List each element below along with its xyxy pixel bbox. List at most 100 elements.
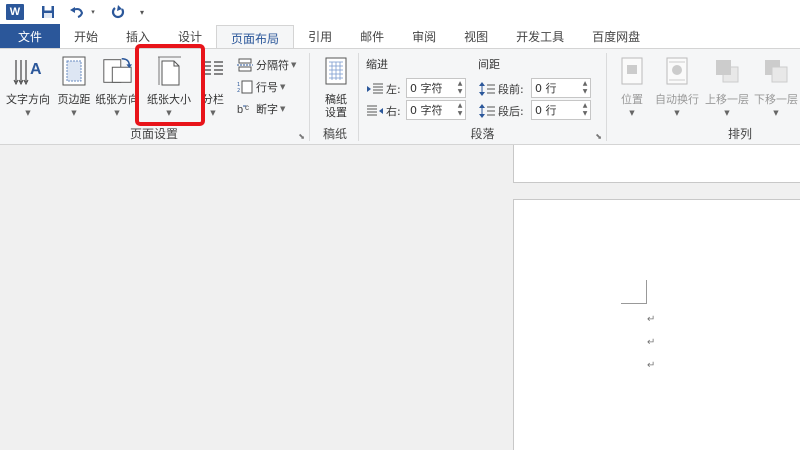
text-direction-icon: A	[12, 53, 44, 89]
space-before-icon	[478, 82, 496, 96]
dialog-launcher-icon[interactable]: ⬊	[298, 132, 305, 141]
text-direction-button[interactable]: A 文字方向 ▼	[4, 53, 52, 119]
space-after-icon	[478, 104, 496, 118]
paragraph-mark: ↵	[647, 337, 656, 348]
paper-size-icon	[153, 53, 185, 89]
save-icon[interactable]	[38, 0, 58, 24]
group-divider	[309, 53, 310, 141]
manuscript-icon	[320, 53, 352, 89]
chevron-down-icon: ▼	[773, 109, 779, 117]
space-before-label-wrap: 段前:	[478, 79, 524, 99]
chevron-down-icon: ▼	[291, 61, 297, 69]
space-before-spinner[interactable]: ▲▼	[531, 78, 591, 98]
indent-left-icon	[366, 83, 384, 95]
orientation-icon	[101, 53, 133, 89]
spinner-arrows-icon[interactable]: ▲ ▼	[580, 79, 590, 97]
indent-right-label: 右:	[386, 105, 401, 118]
send-backward-button[interactable]: 下移一层 ▼	[752, 53, 800, 119]
indent-left-label: 左:	[386, 83, 401, 96]
paper-size-label: 纸张大小	[147, 93, 191, 106]
chevron-down-icon: ▼	[280, 105, 286, 113]
indent-right-input[interactable]	[407, 103, 455, 117]
columns-button[interactable]: 分栏 ▼	[199, 53, 227, 119]
text-direction-label: 文字方向	[6, 93, 50, 106]
tab-design[interactable]: 设计	[164, 24, 216, 49]
position-button[interactable]: 位置 ▼	[614, 53, 650, 119]
indent-right-spinner[interactable]: ▲▼	[406, 100, 466, 120]
tab-insert[interactable]: 插入	[112, 24, 164, 49]
chevron-down-icon: ▼	[629, 109, 635, 117]
paper-size-button[interactable]: 纸张大小 ▼	[143, 53, 195, 119]
undo-icon[interactable]	[66, 0, 88, 24]
chevron-down-icon: ▼	[210, 109, 216, 117]
tab-view[interactable]: 视图	[450, 24, 502, 49]
hyphenation-label: 断字	[256, 103, 278, 116]
manuscript-group-label: 稿纸	[322, 127, 347, 141]
tab-references[interactable]: 引用	[294, 24, 346, 49]
group-divider	[606, 53, 607, 141]
orientation-button[interactable]: 纸张方向 ▼	[96, 53, 138, 119]
manuscript-settings-label: 稿纸	[325, 93, 347, 106]
breaks-button[interactable]: 分隔符 ▼	[236, 55, 296, 75]
indent-left-spinner[interactable]: ▲▼	[406, 78, 466, 98]
svg-text:b: b	[237, 104, 243, 116]
breaks-label: 分隔符	[256, 59, 289, 72]
paragraph-group: 缩进 间距 左: ▲▼ 右: ▲▼ 段前: ▲▼ 段后:	[360, 49, 605, 145]
group-divider	[358, 53, 359, 141]
bring-forward-icon	[711, 53, 743, 89]
indent-left-input[interactable]	[407, 81, 455, 95]
customize-qat-icon[interactable]: ▾	[136, 0, 148, 24]
tab-file[interactable]: 文件	[0, 24, 60, 49]
tab-review[interactable]: 审阅	[398, 24, 450, 49]
chevron-down-icon: ▼	[71, 109, 77, 117]
spinner-arrows-icon[interactable]: ▲ ▼	[455, 79, 465, 97]
space-after-spinner[interactable]: ▲▼	[531, 100, 591, 120]
tab-page-layout[interactable]: 页面布局	[216, 25, 295, 50]
columns-label: 分栏	[202, 93, 224, 106]
hyphenation-button[interactable]: bc 断字 ▼	[236, 99, 285, 119]
space-before-label: 段前:	[498, 83, 524, 96]
ribbon-tabs: 文件 开始 插入 设计 页面布局 引用 邮件 审阅 视图 开发工具 百度网盘	[0, 24, 800, 50]
tab-developer[interactable]: 开发工具	[502, 24, 578, 49]
current-page[interactable]: ↵ ↵ ↵	[513, 199, 800, 450]
margins-button[interactable]: 页边距 ▼	[55, 53, 93, 119]
indent-right-icon	[366, 105, 384, 117]
paragraph-mark: ↵	[647, 314, 656, 325]
indent-heading: 缩进	[366, 58, 388, 71]
manuscript-settings-button[interactable]: 稿纸 设置	[317, 53, 355, 119]
chevron-down-icon: ▼	[674, 109, 680, 117]
hyphenation-icon: bc	[236, 102, 254, 116]
previous-page[interactable]	[513, 145, 800, 183]
bring-forward-button[interactable]: 上移一层 ▼	[704, 53, 750, 119]
breaks-icon	[236, 58, 254, 72]
tab-home[interactable]: 开始	[60, 24, 112, 49]
indent-left-label-wrap: 左:	[366, 79, 401, 99]
space-before-input[interactable]	[532, 81, 580, 95]
paragraph-mark: ↵	[647, 360, 656, 371]
arrange-group: 位置 ▼ 自动换行 ▼ 上移一层 ▼ 下移一层 ▼ 排列	[608, 49, 800, 145]
svg-text:2: 2	[237, 88, 240, 94]
dialog-launcher-icon[interactable]: ⬊	[595, 132, 602, 141]
svg-text:c: c	[245, 103, 249, 112]
tab-baidu-netdisk[interactable]: 百度网盘	[578, 24, 654, 49]
bring-forward-label: 上移一层	[705, 93, 749, 106]
svg-text:A: A	[30, 61, 42, 78]
document-canvas[interactable]: ↵ ↵ ↵	[0, 145, 800, 450]
redo-icon[interactable]	[108, 0, 128, 24]
word-logo-icon: W	[6, 4, 24, 20]
chevron-down-icon: ▼	[166, 109, 172, 117]
margins-icon	[58, 53, 90, 89]
spinner-arrows-icon[interactable]: ▲ ▼	[455, 101, 465, 119]
arrange-group-label: 排列	[728, 127, 753, 141]
chevron-down-icon: ▼	[25, 109, 31, 117]
undo-dropdown-icon[interactable]: ▾	[88, 0, 98, 24]
line-numbers-button[interactable]: 12 行号 ▼	[236, 77, 285, 97]
wrap-text-icon	[661, 53, 693, 89]
space-after-label: 段后:	[498, 105, 524, 118]
spinner-arrows-icon[interactable]: ▲ ▼	[580, 101, 590, 119]
wrap-text-button[interactable]: 自动换行 ▼	[652, 53, 702, 119]
chevron-down-icon: ▼	[724, 109, 730, 117]
line-numbers-icon: 12	[236, 80, 254, 94]
space-after-input[interactable]	[532, 103, 580, 117]
tab-mailings[interactable]: 邮件	[346, 24, 398, 49]
